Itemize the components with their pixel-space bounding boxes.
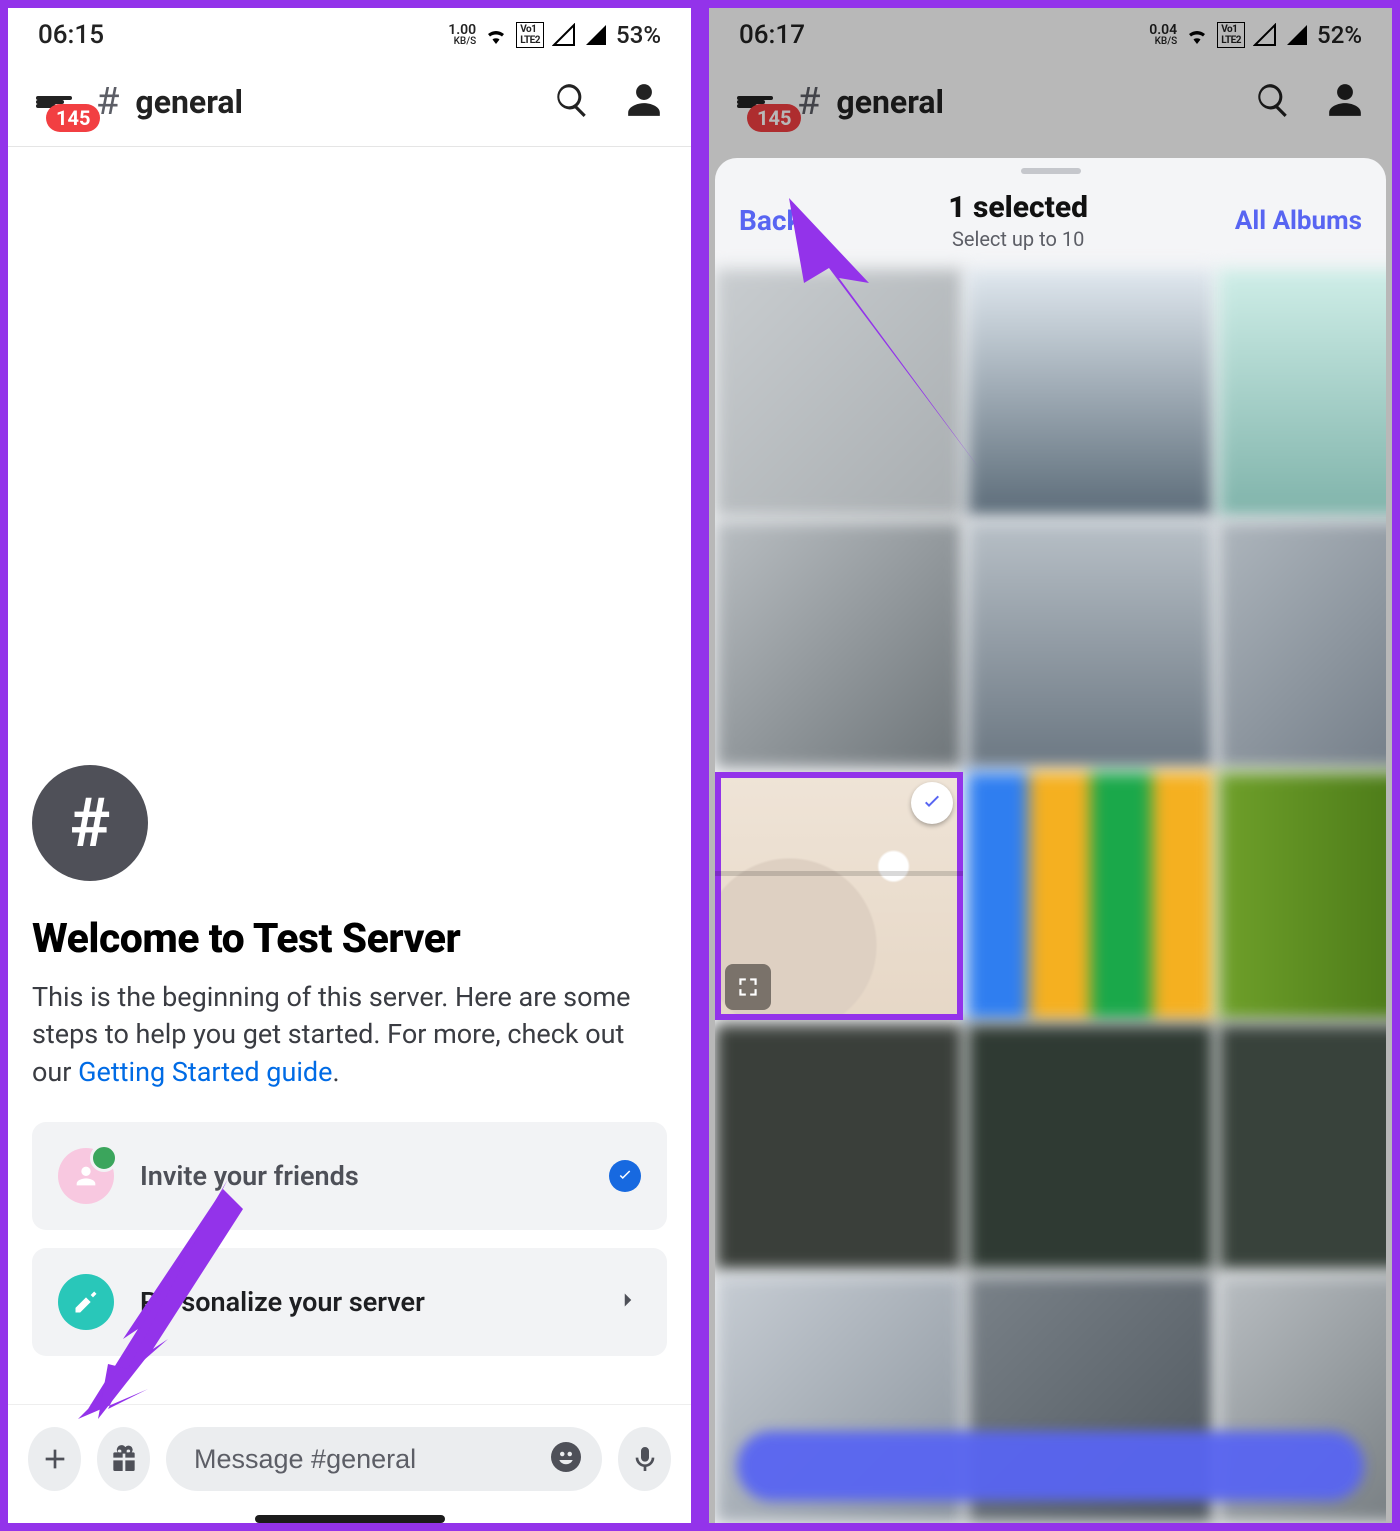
status-time: 06:15 — [38, 20, 104, 50]
mic-icon — [629, 1443, 661, 1475]
search-icon — [553, 81, 591, 119]
expand-button[interactable] — [725, 964, 771, 1010]
volte-icon: Vo1LTE2 — [516, 22, 544, 48]
gift-icon — [108, 1443, 140, 1475]
unread-badge: 145 — [46, 104, 100, 132]
members-button[interactable] — [625, 81, 663, 123]
expand-icon — [735, 974, 761, 1000]
net-speed: 1.00 KB/S — [448, 23, 476, 47]
welcome-desc: This is the beginning of this server. He… — [32, 979, 667, 1092]
menu-button[interactable]: 145 — [36, 96, 76, 108]
photo-thumb[interactable] — [1218, 521, 1386, 769]
channel-content: # Welcome to Test Server This is the beg… — [8, 147, 691, 1404]
channel-title[interactable]: # general — [96, 80, 533, 124]
channel-name: general — [135, 83, 243, 121]
voice-message-button[interactable] — [618, 1427, 671, 1491]
photo-thumb[interactable] — [715, 269, 963, 517]
photo-thumb[interactable] — [967, 772, 1215, 1020]
picker-title: 1 selected — [948, 190, 1088, 225]
photo-thumb[interactable] — [1218, 772, 1386, 1020]
photo-thumb[interactable] — [1218, 1024, 1386, 1272]
invite-icon — [58, 1148, 114, 1204]
step-done-check — [609, 1160, 641, 1192]
plus-icon — [39, 1443, 71, 1475]
media-picker-sheet: Back 1 selected Select up to 10 All Albu… — [715, 158, 1386, 1523]
search-button[interactable] — [553, 81, 591, 123]
photo-thumb[interactable] — [1218, 269, 1386, 517]
photo-thumb-selected[interactable] — [715, 772, 963, 1020]
sheet-handle[interactable] — [1021, 168, 1081, 174]
signal-icon-1 — [552, 23, 576, 47]
emoji-button[interactable] — [548, 1439, 584, 1479]
signal-icon-2 — [584, 23, 608, 47]
chevron-right-icon — [615, 1287, 641, 1317]
welcome-hash-icon: # — [32, 765, 148, 881]
back-button[interactable]: Back — [739, 204, 801, 237]
step-invite-friends[interactable]: Invite your friends — [32, 1122, 667, 1230]
battery-pct: 53% — [616, 21, 661, 49]
nav-pill — [255, 1515, 445, 1523]
photo-thumb[interactable] — [967, 269, 1215, 517]
photo-thumb[interactable] — [967, 521, 1215, 769]
picker-header: Back 1 selected Select up to 10 All Albu… — [715, 180, 1386, 269]
photo-grid — [715, 269, 1386, 1523]
photo-thumb[interactable] — [715, 521, 963, 769]
wifi-icon — [484, 23, 508, 47]
step-label: Personalize your server — [140, 1286, 589, 1318]
message-input-wrap[interactable] — [166, 1427, 602, 1491]
people-icon — [625, 81, 663, 119]
welcome-title: Welcome to Test Server — [32, 915, 667, 963]
message-input[interactable] — [194, 1444, 548, 1475]
getting-started-link[interactable]: Getting Started guide — [78, 1056, 332, 1088]
picker-subtitle: Select up to 10 — [948, 227, 1088, 251]
gift-button[interactable] — [97, 1427, 150, 1491]
photo-thumb[interactable] — [715, 1024, 963, 1272]
selected-check-icon — [911, 782, 953, 824]
attach-button[interactable] — [28, 1427, 81, 1491]
composer — [8, 1404, 691, 1509]
status-bar: 06:15 1.00 KB/S Vo1LTE2 53% — [8, 8, 691, 62]
step-label: Invite your friends — [140, 1160, 583, 1192]
step-personalize-server[interactable]: Personalize your server — [32, 1248, 667, 1356]
all-albums-button[interactable]: All Albums — [1235, 206, 1362, 236]
photo-thumb[interactable] — [967, 1024, 1215, 1272]
phone-right: 06:17 0.04 KB/S Vo1LTE2 52% 145 # genera… — [705, 4, 1396, 1527]
send-button[interactable] — [737, 1431, 1364, 1501]
personalize-icon — [58, 1274, 114, 1330]
app-header: 145 # general — [8, 62, 691, 146]
status-right: 1.00 KB/S Vo1LTE2 53% — [448, 21, 661, 49]
emoji-icon — [548, 1439, 584, 1475]
phone-left: 06:15 1.00 KB/S Vo1LTE2 53% 145 # genera… — [4, 4, 695, 1527]
